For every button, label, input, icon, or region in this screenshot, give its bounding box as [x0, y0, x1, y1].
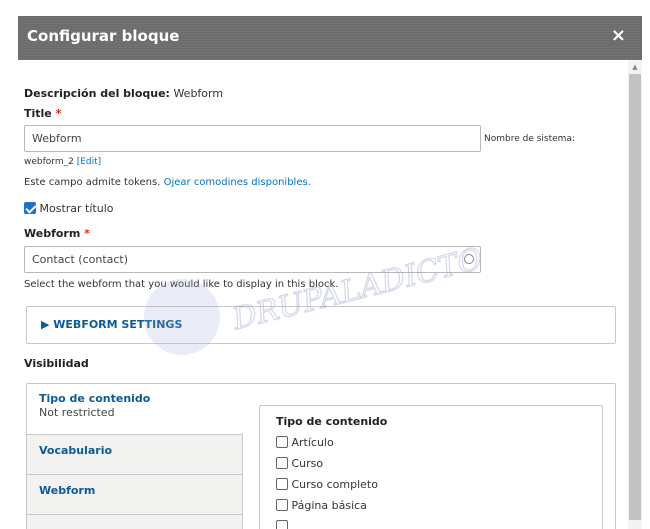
machine-name-label: Nombre de sistema:: [484, 134, 575, 144]
title-field-label: Title *: [24, 107, 61, 120]
vtab-content-type-title: Tipo de contenido: [39, 392, 151, 405]
dialog-title: Configurar bloque: [27, 27, 180, 45]
vtab-webform-title: Webform: [39, 484, 96, 497]
webform-input-value: Contact (contact): [32, 253, 129, 266]
vtab-vocabulary[interactable]: Vocabulario: [27, 434, 243, 474]
webform-help: Select the webform that you would like t…: [24, 279, 339, 290]
block-description-value: Webform: [169, 87, 224, 100]
machine-name: webform_2 [Edit]: [24, 157, 101, 167]
content-type-option-article[interactable]: Artículo: [276, 436, 334, 449]
webform-field-label: Webform *: [24, 227, 90, 240]
scrollbar-thumb[interactable]: [629, 74, 641, 520]
scroll-up-arrow-icon[interactable]: ▲: [630, 62, 640, 72]
show-title-checkbox[interactable]: [24, 202, 36, 214]
content-type-fieldset: Tipo de contenido Artículo Curso Curso c…: [259, 405, 603, 529]
content-type-option-basic-page[interactable]: Página básica: [276, 499, 367, 512]
show-title-option[interactable]: Mostrar título: [24, 202, 114, 215]
basic-page-label: Página básica: [291, 499, 367, 512]
course-label: Curso: [291, 457, 324, 470]
full-course-checkbox[interactable]: [276, 478, 288, 490]
article-label: Artículo: [291, 436, 334, 449]
webform-label-text: Webform: [24, 227, 81, 240]
required-marker: *: [55, 107, 62, 120]
vtab-next[interactable]: [27, 514, 243, 529]
article-checkbox[interactable]: [276, 436, 288, 448]
visibility-vertical-tabs: Tipo de contenido Not restricted Vocabul…: [26, 383, 616, 529]
close-icon[interactable]: ×: [611, 25, 626, 46]
basic-page-checkbox[interactable]: [276, 499, 288, 511]
tokens-text: Este campo admite tokens.: [24, 177, 161, 188]
content-type-option-more[interactable]: [276, 520, 288, 529]
machine-name-edit-link[interactable]: [Edit]: [77, 157, 101, 167]
vertical-tab-list: Tipo de contenido Not restricted Vocabul…: [27, 384, 243, 529]
course-checkbox[interactable]: [276, 457, 288, 469]
content-type-legend: Tipo de contenido: [276, 415, 388, 428]
dialog-content: Descripción del bloque: Webform Title * …: [24, 60, 624, 529]
full-course-label: Curso completo: [291, 478, 378, 491]
vtab-vocabulary-title: Vocabulario: [39, 444, 113, 457]
vtab-content-type[interactable]: Tipo de contenido Not restricted: [27, 384, 243, 424]
block-description: Descripción del bloque: Webform: [24, 82, 223, 101]
tokens-help: Este campo admite tokens. Ojear comodine…: [24, 177, 311, 188]
webform-autocomplete-input[interactable]: Contact (contact): [24, 246, 481, 273]
content-type-option-course[interactable]: Curso: [276, 457, 323, 470]
tokens-browse-link[interactable]: Ojear comodines disponibles.: [164, 177, 311, 188]
show-title-label: Mostrar título: [39, 202, 114, 215]
webform-required-marker: *: [84, 227, 90, 240]
webform-settings-details[interactable]: ▶ WEBFORM SETTINGS: [26, 306, 616, 344]
dialog-titlebar: Configurar bloque ×: [18, 16, 642, 60]
vtab-content-type-summary: Not restricted: [39, 406, 115, 419]
title-input[interactable]: Webform: [24, 125, 481, 152]
webform-settings-summary[interactable]: ▶ WEBFORM SETTINGS: [41, 318, 182, 331]
title-label-text: Title: [24, 107, 52, 120]
content-type-option-full-course[interactable]: Curso completo: [276, 478, 378, 491]
visibility-heading: Visibilidad: [24, 357, 89, 370]
block-description-label: Descripción del bloque:: [24, 87, 170, 100]
vtab-webform[interactable]: Webform: [27, 474, 243, 514]
more-checkbox[interactable]: [276, 520, 288, 529]
machine-name-value: webform_2: [24, 157, 74, 167]
autocomplete-throbber-icon: [464, 254, 474, 264]
